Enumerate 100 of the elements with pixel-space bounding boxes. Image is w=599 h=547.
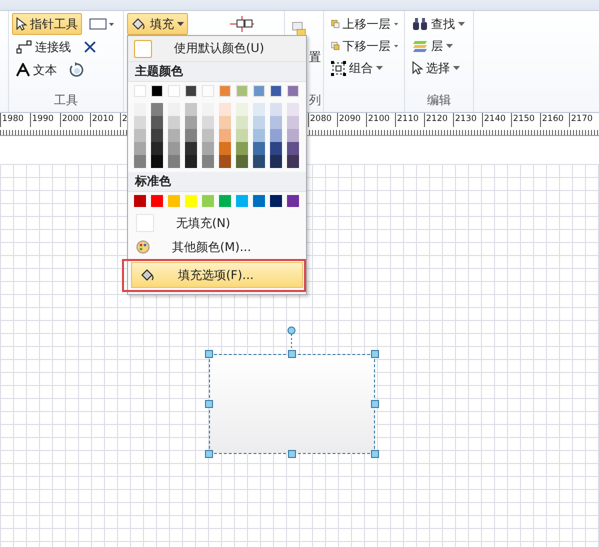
color-swatch[interactable] — [134, 195, 146, 207]
more-colors-item[interactable]: 其他颜色(M)... — [128, 235, 306, 259]
color-swatch[interactable] — [287, 103, 299, 116]
color-swatch[interactable] — [219, 155, 231, 168]
color-swatch[interactable] — [202, 195, 214, 207]
color-swatch[interactable] — [270, 116, 282, 129]
resize-handle[interactable] — [205, 400, 213, 408]
resize-handle[interactable] — [288, 350, 296, 358]
color-swatch[interactable] — [236, 103, 248, 116]
color-swatch[interactable] — [168, 116, 180, 129]
color-swatch[interactable] — [270, 155, 282, 168]
color-swatch[interactable] — [185, 85, 197, 97]
color-swatch[interactable] — [168, 155, 180, 168]
color-swatch[interactable] — [185, 195, 197, 207]
color-swatch[interactable] — [168, 129, 180, 142]
close-icon[interactable] — [83, 40, 97, 54]
color-swatch[interactable] — [287, 195, 299, 207]
color-swatch[interactable] — [253, 142, 265, 155]
color-swatch[interactable] — [253, 85, 265, 97]
color-swatch[interactable] — [202, 142, 214, 155]
rectangle-shape[interactable] — [209, 354, 375, 454]
no-fill-item[interactable]: 无填充(N) — [128, 211, 306, 235]
resize-handle[interactable] — [371, 350, 379, 358]
color-swatch[interactable] — [151, 103, 163, 116]
color-swatch[interactable] — [168, 195, 180, 207]
color-swatch[interactable] — [185, 142, 197, 155]
ruler-label: 1980 — [0, 113, 30, 127]
color-swatch[interactable] — [151, 195, 163, 207]
fill-button[interactable]: 填充 — [127, 13, 188, 35]
color-swatch[interactable] — [287, 116, 299, 129]
color-swatch[interactable] — [168, 103, 180, 116]
color-swatch[interactable] — [134, 142, 146, 155]
color-swatch[interactable] — [185, 103, 197, 116]
resize-handle[interactable] — [371, 400, 379, 408]
color-swatch[interactable] — [253, 195, 265, 207]
pointer-icon — [16, 17, 27, 31]
color-swatch[interactable] — [253, 116, 265, 129]
resize-handle[interactable] — [371, 450, 379, 458]
color-swatch[interactable] — [134, 129, 146, 142]
color-swatch[interactable] — [151, 142, 163, 155]
rotate-icon[interactable] — [69, 62, 85, 78]
color-swatch[interactable] — [236, 195, 248, 207]
color-swatch[interactable] — [151, 155, 163, 168]
color-swatch[interactable] — [151, 85, 163, 97]
order-menu-button[interactable]: 上移一层 — [327, 13, 402, 35]
connector-button[interactable]: 连接线 — [12, 36, 75, 58]
resize-handle[interactable] — [205, 450, 213, 458]
order-menu-button[interactable]: 组合 — [327, 57, 402, 79]
color-swatch[interactable] — [236, 142, 248, 155]
color-swatch[interactable] — [253, 155, 265, 168]
color-swatch[interactable] — [253, 129, 265, 142]
color-swatch[interactable] — [287, 85, 299, 97]
color-swatch[interactable] — [219, 85, 231, 97]
color-swatch[interactable] — [270, 85, 282, 97]
color-swatch[interactable] — [270, 195, 282, 207]
ruler-label: 2170 — [569, 113, 598, 127]
color-swatch[interactable] — [185, 155, 197, 168]
default-color-item[interactable]: 使用默认颜色(U) — [128, 36, 306, 62]
color-swatch[interactable] — [253, 103, 265, 116]
color-swatch[interactable] — [202, 155, 214, 168]
color-swatch[interactable] — [134, 155, 146, 168]
connection-points-icon[interactable] — [228, 16, 256, 32]
color-swatch[interactable] — [219, 195, 231, 207]
resize-handle[interactable] — [288, 450, 296, 458]
color-swatch[interactable] — [185, 129, 197, 142]
edit-menu-button[interactable]: 选择 — [408, 57, 471, 79]
color-swatch[interactable] — [287, 129, 299, 142]
color-swatch[interactable] — [287, 142, 299, 155]
color-swatch[interactable] — [202, 116, 214, 129]
edit-menu-button[interactable]: 层 — [408, 35, 471, 57]
color-swatch[interactable] — [270, 142, 282, 155]
color-swatch[interactable] — [151, 129, 163, 142]
edit-menu-button[interactable]: 查找 — [408, 13, 471, 35]
color-swatch[interactable] — [168, 142, 180, 155]
color-swatch[interactable] — [287, 155, 299, 168]
color-swatch[interactable] — [236, 85, 248, 97]
color-swatch[interactable] — [236, 116, 248, 129]
fill-options-item[interactable]: 填充选项(F)... — [131, 262, 303, 288]
order-menu-button[interactable]: 下移一层 — [327, 35, 402, 57]
color-swatch[interactable] — [219, 116, 231, 129]
color-swatch[interactable] — [219, 129, 231, 142]
color-swatch[interactable] — [134, 116, 146, 129]
color-swatch[interactable] — [202, 85, 214, 97]
color-swatch[interactable] — [236, 155, 248, 168]
color-swatch[interactable] — [134, 103, 146, 116]
resize-handle[interactable] — [205, 350, 213, 358]
color-swatch[interactable] — [151, 116, 163, 129]
pointer-tool-button[interactable]: 指针工具 — [12, 13, 82, 35]
color-swatch[interactable] — [202, 129, 214, 142]
color-swatch[interactable] — [219, 142, 231, 155]
color-swatch[interactable] — [168, 85, 180, 97]
color-swatch[interactable] — [219, 103, 231, 116]
color-swatch[interactable] — [134, 85, 146, 97]
color-swatch[interactable] — [236, 129, 248, 142]
color-swatch[interactable] — [270, 103, 282, 116]
text-button[interactable]: 文本 — [12, 59, 61, 81]
color-swatch[interactable] — [185, 116, 197, 129]
color-swatch[interactable] — [270, 129, 282, 142]
text-a-icon — [16, 63, 30, 77]
color-swatch[interactable] — [202, 103, 214, 116]
